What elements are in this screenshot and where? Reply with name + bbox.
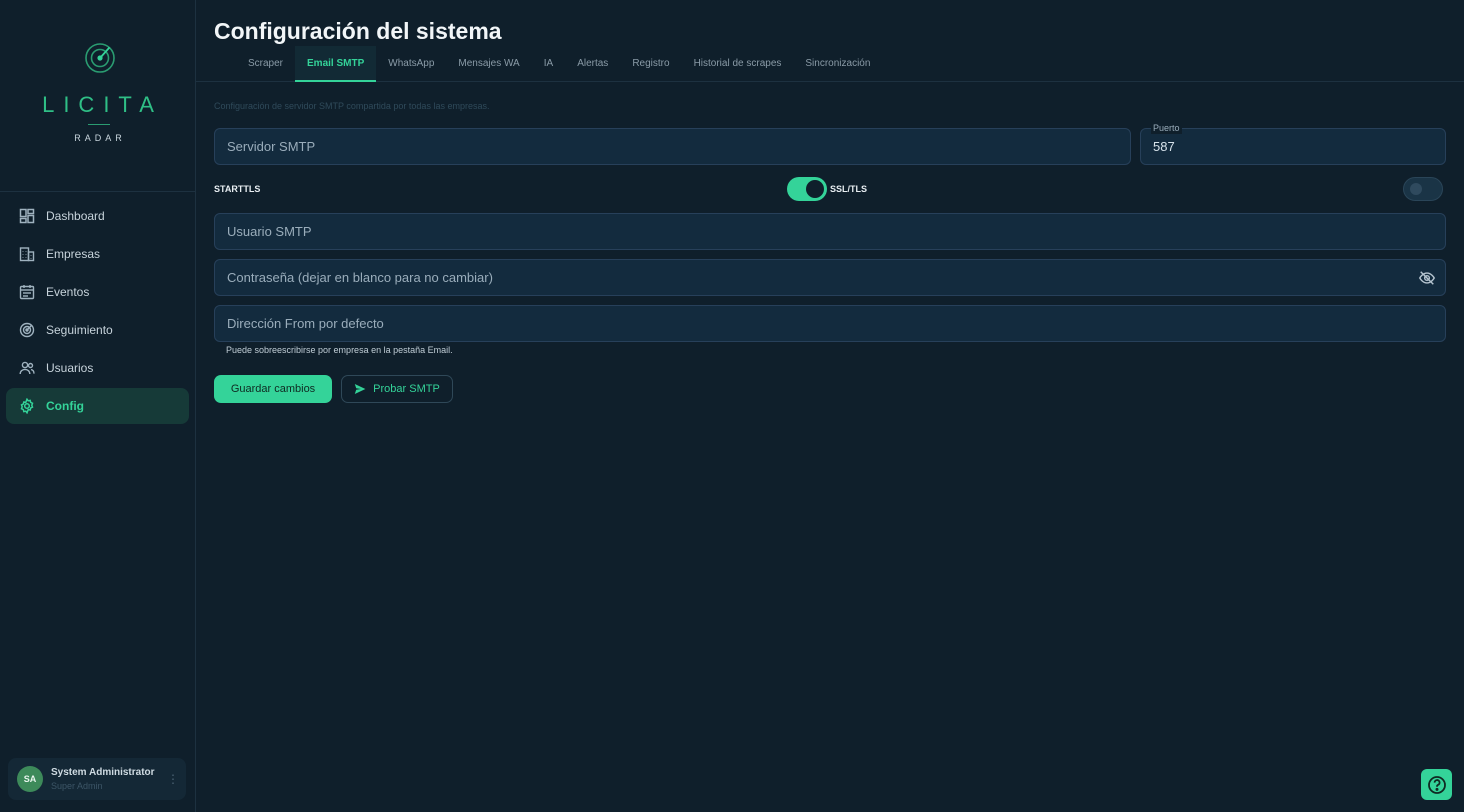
logo-subtext: RADAR	[74, 133, 126, 143]
logo: LICITA RADAR	[0, 0, 196, 192]
sidebar-item-label: Eventos	[46, 285, 90, 299]
from-helper-text: Puede sobreescribirse por empresa en la …	[226, 345, 453, 355]
settings-tabs: Scraper Email SMTP WhatsApp Mensajes WA …	[196, 46, 1464, 82]
user-name: System Administrator	[51, 767, 155, 778]
user-card[interactable]: SA System Administrator Super Admin ⋮	[8, 758, 186, 800]
smtp-port-input[interactable]	[1141, 129, 1445, 164]
tab-registro[interactable]: Registro	[620, 46, 681, 82]
save-button[interactable]: Guardar cambios	[214, 375, 332, 403]
tab-sincronizacion[interactable]: Sincronización	[793, 46, 882, 82]
sidebar-nav: Dashboard Empresas Eventos Seguimiento U…	[6, 198, 189, 426]
page-title: Configuración del sistema	[214, 18, 502, 44]
building-icon	[19, 247, 35, 262]
port-label: Puerto	[1151, 122, 1182, 134]
tab-historial-scrapes[interactable]: Historial de scrapes	[682, 46, 794, 82]
help-circle-icon	[1427, 775, 1446, 794]
smtp-port-field: Puerto	[1140, 122, 1446, 165]
sidebar-item-eventos[interactable]: Eventos	[6, 274, 189, 310]
tab-scraper[interactable]: Scraper	[236, 46, 295, 82]
sidebar-item-label: Seguimiento	[46, 323, 113, 337]
sidebar-item-dashboard[interactable]: Dashboard	[6, 198, 189, 234]
send-icon	[354, 384, 366, 394]
smtp-user-field	[214, 213, 1446, 250]
toggle-knob	[806, 180, 824, 198]
smtp-from-field	[214, 305, 1446, 342]
tab-whatsapp[interactable]: WhatsApp	[376, 46, 446, 82]
more-vertical-icon[interactable]: ⋮	[166, 772, 180, 786]
main-content: Configuración del sistema Scraper Email …	[196, 0, 1464, 812]
logo-text: LICITA	[42, 92, 163, 117]
calendar-icon	[19, 285, 35, 300]
smtp-password-input[interactable]	[215, 260, 1445, 295]
smtp-user-input[interactable]	[215, 214, 1445, 249]
sidebar-item-label: Dashboard	[46, 209, 105, 223]
gear-icon	[20, 398, 34, 414]
sidebar-item-config[interactable]: Config	[6, 388, 189, 424]
sidebar-item-empresas[interactable]: Empresas	[6, 236, 189, 272]
logo-divider	[88, 124, 110, 125]
sidebar-item-label: Usuarios	[46, 361, 94, 375]
tab-ia[interactable]: IA	[532, 46, 565, 82]
eye-off-icon[interactable]	[1418, 269, 1436, 287]
users-icon	[19, 361, 35, 375]
starttls-label: STARTTLS	[214, 184, 261, 194]
sidebar-item-seguimiento[interactable]: Seguimiento	[6, 312, 189, 348]
tab-email-smtp[interactable]: Email SMTP	[295, 46, 377, 82]
ssl-tls-label: SSL/TLS	[830, 184, 868, 194]
test-smtp-label: Probar SMTP	[373, 383, 440, 395]
test-smtp-button[interactable]: Probar SMTP	[341, 375, 453, 403]
help-button[interactable]	[1421, 769, 1452, 800]
smtp-password-field	[214, 259, 1446, 296]
dashboard-icon	[19, 208, 35, 224]
sidebar: LICITA RADAR Dashboard Empresas Eventos …	[0, 0, 196, 812]
section-description: Configuración de servidor SMTP compartid…	[214, 101, 490, 111]
sidebar-item-label: Empresas	[46, 247, 101, 261]
smtp-server-field	[214, 128, 1131, 165]
sidebar-item-label: Config	[46, 399, 84, 413]
tab-mensajes-wa[interactable]: Mensajes WA	[446, 46, 531, 82]
tab-alertas[interactable]: Alertas	[565, 46, 620, 82]
ssl-tls-toggle[interactable]	[1403, 177, 1443, 201]
sidebar-item-usuarios[interactable]: Usuarios	[6, 350, 189, 386]
radar-icon	[19, 322, 35, 338]
avatar: SA	[17, 766, 43, 792]
user-info: System Administrator Super Admin	[51, 767, 166, 791]
toggle-knob	[1410, 183, 1422, 195]
smtp-server-input[interactable]	[215, 129, 1130, 164]
user-role: Super Admin	[51, 781, 103, 791]
smtp-from-input[interactable]	[215, 306, 1445, 341]
radar-logo-icon	[85, 43, 115, 73]
starttls-toggle[interactable]	[787, 177, 827, 201]
